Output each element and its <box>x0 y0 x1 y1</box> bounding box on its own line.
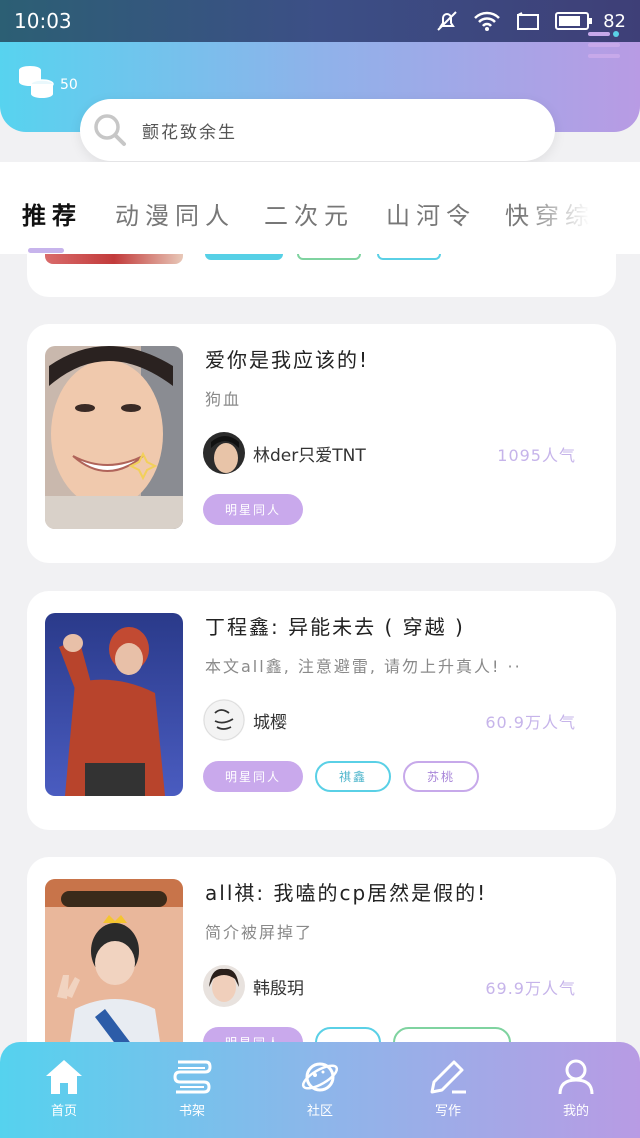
author-name: 韩殷玥 <box>253 978 304 999</box>
tag[interactable] <box>315 1027 382 1042</box>
bottom-navigation: 首页 书架 社区 写作 我的 <box>0 1042 640 1138</box>
nav-profile[interactable]: 我的 <box>512 1042 640 1138</box>
battery-icon <box>555 12 593 30</box>
status-time: 10:03 <box>14 9 72 33</box>
tag-list: 明星同人 <box>203 494 304 525</box>
tab-fade <box>520 162 590 250</box>
nav-community[interactable]: 社区 <box>256 1042 384 1138</box>
coin-balance[interactable]: 50 <box>16 64 78 100</box>
story-card-partial[interactable] <box>27 254 616 297</box>
story-title[interactable]: 丁程鑫: 异能未去 ( 穿越 ) <box>205 611 465 640</box>
avatar <box>203 965 245 1007</box>
bookshelf-icon <box>173 1060 212 1094</box>
tab-acg[interactable]: 二次元 <box>264 196 354 231</box>
mute-icon <box>437 11 457 31</box>
nav-label: 写作 <box>434 1104 461 1119</box>
cover-image <box>45 879 183 1042</box>
tab-anime[interactable]: 动漫同人 <box>115 196 235 231</box>
tab-recommend[interactable]: 推荐 <box>22 196 82 231</box>
story-title[interactable]: all祺: 我嗑的cp居然是假的! <box>205 877 487 906</box>
popularity-count: 1095人气 <box>497 446 576 465</box>
search-icon <box>94 114 126 146</box>
nav-label: 首页 <box>50 1104 77 1119</box>
author-info[interactable]: 韩殷玥 <box>203 965 304 1007</box>
coin-stack-icon <box>19 66 54 98</box>
cover-image <box>45 613 183 796</box>
popularity-count: 69.9万人气 <box>485 979 576 998</box>
story-title[interactable]: 爱你是我应该的! <box>205 344 369 373</box>
tag[interactable]: 苏桃 <box>403 761 480 792</box>
nav-home[interactable]: 首页 <box>0 1042 128 1138</box>
search-input[interactable]: 颤花致余生 <box>142 118 237 143</box>
person-icon <box>558 1059 594 1095</box>
tab-shanheling[interactable]: 山河令 <box>386 196 476 231</box>
status-bar: 10:03 82 <box>0 0 640 42</box>
story-description: 简介被屏掉了 <box>205 923 314 942</box>
nav-bookshelf[interactable]: 书架 <box>128 1042 256 1138</box>
tag[interactable]: 明星同人 <box>203 1027 304 1042</box>
popularity-count: 60.9万人气 <box>485 713 576 732</box>
nav-write[interactable]: 写作 <box>384 1042 512 1138</box>
story-card[interactable]: 丁程鑫: 异能未去 ( 穿越 ) 本文all鑫, 注意避雷, 请勿上升真人! ·… <box>27 591 616 830</box>
home-icon <box>46 1060 82 1094</box>
tag-partial <box>205 254 283 260</box>
planet-icon <box>301 1062 339 1092</box>
author-info[interactable]: 城樱 <box>203 699 287 741</box>
author-name: 林der只爱TNT <box>253 445 366 466</box>
tag[interactable] <box>393 1027 512 1042</box>
nav-label: 社区 <box>306 1104 333 1119</box>
screen-icon <box>517 12 540 30</box>
category-menu-icon[interactable] <box>588 30 620 60</box>
pen-icon <box>430 1060 466 1094</box>
author-info[interactable]: 林der只爱TNT <box>203 432 366 474</box>
coin-count: 50 <box>60 77 78 93</box>
tag[interactable]: 祺鑫 <box>315 761 392 792</box>
nav-label: 我的 <box>562 1104 589 1119</box>
nav-label: 书架 <box>178 1104 205 1119</box>
story-feed[interactable]: 爱你是我应该的! 狗血 林der只爱TNT 1095人气 明星同人 丁程鑫: 异… <box>0 254 640 1042</box>
tag[interactable]: 明星同人 <box>203 494 304 525</box>
cover-image <box>45 254 183 264</box>
tag-list: 明星同人 <box>203 1027 512 1042</box>
avatar <box>203 699 245 741</box>
tag[interactable]: 明星同人 <box>203 761 304 792</box>
story-card[interactable]: all祺: 我嗑的cp居然是假的! 简介被屏掉了 韩殷玥 69.9万人气 明星同… <box>27 857 616 1042</box>
wifi-icon <box>474 11 500 31</box>
story-description: 本文all鑫, 注意避雷, 请勿上升真人! ·· <box>205 657 522 676</box>
tag-partial <box>297 254 361 260</box>
battery-level: 82 <box>603 10 626 32</box>
cover-image <box>45 346 183 529</box>
search-bar[interactable]: 颤花致余生 <box>80 99 555 161</box>
avatar <box>203 432 245 474</box>
active-tab-indicator <box>28 248 64 253</box>
tag-partial <box>377 254 441 260</box>
author-name: 城樱 <box>253 712 287 733</box>
story-card[interactable]: 爱你是我应该的! 狗血 林der只爱TNT 1095人气 明星同人 <box>27 324 616 563</box>
tag-list: 明星同人 祺鑫 苏桃 <box>203 761 480 792</box>
story-description: 狗血 <box>205 390 242 409</box>
